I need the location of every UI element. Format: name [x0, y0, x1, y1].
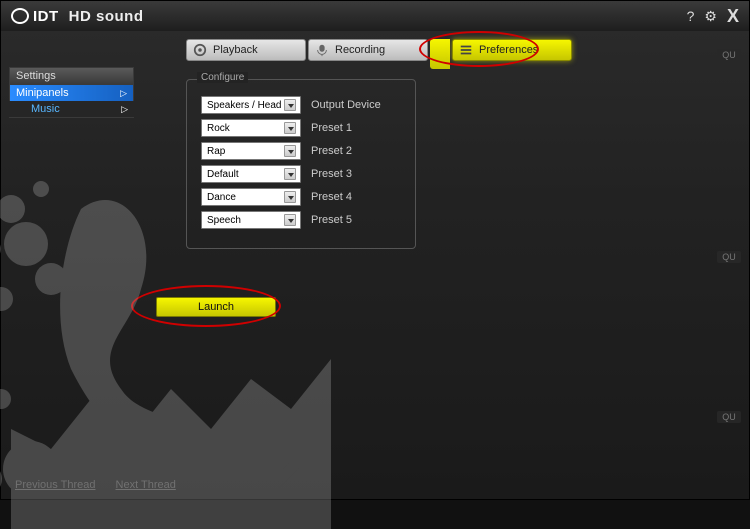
close-button[interactable]: X: [727, 6, 739, 27]
select-value: Speakers / Head: [207, 100, 282, 111]
config-label: Output Device: [311, 99, 381, 111]
brand-name: IDT: [33, 8, 59, 25]
config-label: Preset 5: [311, 214, 352, 226]
next-thread-link[interactable]: Next Thread: [116, 479, 176, 491]
side-badge: QU: [717, 251, 741, 263]
tab-label: Recording: [335, 44, 385, 56]
config-row: Default Preset 3: [201, 165, 401, 183]
tab-preferences[interactable]: Preferences: [452, 39, 572, 61]
preset-1-select[interactable]: Rock: [201, 119, 301, 137]
chevron-down-icon: [284, 145, 296, 157]
chevron-right-icon: ▷: [120, 88, 127, 99]
output-device-select[interactable]: Speakers / Head: [201, 96, 301, 114]
app-window: IDT HD sound ? ⚙ X Playback Recording: [0, 0, 750, 500]
tab-strip: Playback Recording Preferences: [186, 39, 572, 69]
preset-5-select[interactable]: Speech: [201, 211, 301, 229]
tab-label: Preferences: [479, 44, 538, 56]
chevron-down-icon: [284, 168, 296, 180]
window-controls: ? ⚙ X: [687, 6, 739, 27]
logo-icon: [11, 8, 29, 24]
config-row: Speakers / Head Output Device: [201, 96, 401, 114]
configure-panel: Configure Speakers / Head Output Device …: [186, 79, 416, 249]
preset-2-select[interactable]: Rap: [201, 142, 301, 160]
app-title: HD sound: [69, 8, 144, 25]
chevron-down-icon: [284, 191, 296, 203]
select-value: Speech: [207, 215, 241, 226]
mic-icon: [315, 43, 329, 57]
brand-logo: IDT: [11, 8, 59, 25]
select-value: Dance: [207, 192, 236, 203]
config-row: Rock Preset 1: [201, 119, 401, 137]
sidebar: Settings Minipanels ▷ Music ▷: [9, 67, 134, 118]
chevron-down-icon: [284, 214, 296, 226]
footer-links: Previous Thread Next Thread: [15, 479, 176, 491]
tab-preferences-accent: [430, 39, 450, 69]
tab-playback[interactable]: Playback: [186, 39, 306, 61]
sidebar-item-label: Minipanels: [16, 87, 69, 99]
sidebar-item-settings[interactable]: Settings: [9, 67, 134, 84]
select-value: Default: [207, 169, 239, 180]
select-value: Rap: [207, 146, 225, 157]
preferences-icon: [459, 43, 473, 57]
sidebar-item-label: Music: [31, 103, 60, 115]
config-label: Preset 2: [311, 145, 352, 157]
tab-recording[interactable]: Recording: [308, 39, 428, 61]
side-badge: QU: [717, 411, 741, 423]
launch-button[interactable]: Launch: [156, 297, 276, 317]
config-label: Preset 3: [311, 168, 352, 180]
title-bar: IDT HD sound ? ⚙ X: [1, 1, 749, 31]
config-row: Speech Preset 5: [201, 211, 401, 229]
tab-label: Playback: [213, 44, 258, 56]
settings-gear-icon[interactable]: ⚙: [704, 8, 717, 25]
select-value: Rock: [207, 123, 230, 134]
panel-legend: Configure: [197, 72, 248, 83]
config-row: Dance Preset 4: [201, 188, 401, 206]
config-label: Preset 1: [311, 122, 352, 134]
playback-icon: [193, 43, 207, 57]
preset-3-select[interactable]: Default: [201, 165, 301, 183]
side-badge: QU: [717, 49, 741, 61]
button-label: Launch: [198, 301, 234, 313]
sidebar-item-label: Settings: [16, 70, 56, 82]
help-button[interactable]: ?: [687, 8, 695, 24]
sidebar-item-minipanels[interactable]: Minipanels ▷: [9, 84, 134, 101]
config-label: Preset 4: [311, 191, 352, 203]
chevron-down-icon: [284, 122, 296, 134]
config-row: Rap Preset 2: [201, 142, 401, 160]
prev-thread-link[interactable]: Previous Thread: [15, 479, 96, 491]
chevron-down-icon: [284, 99, 296, 111]
chevron-right-icon: ▷: [121, 104, 128, 115]
sidebar-item-music[interactable]: Music ▷: [9, 101, 134, 118]
preset-4-select[interactable]: Dance: [201, 188, 301, 206]
